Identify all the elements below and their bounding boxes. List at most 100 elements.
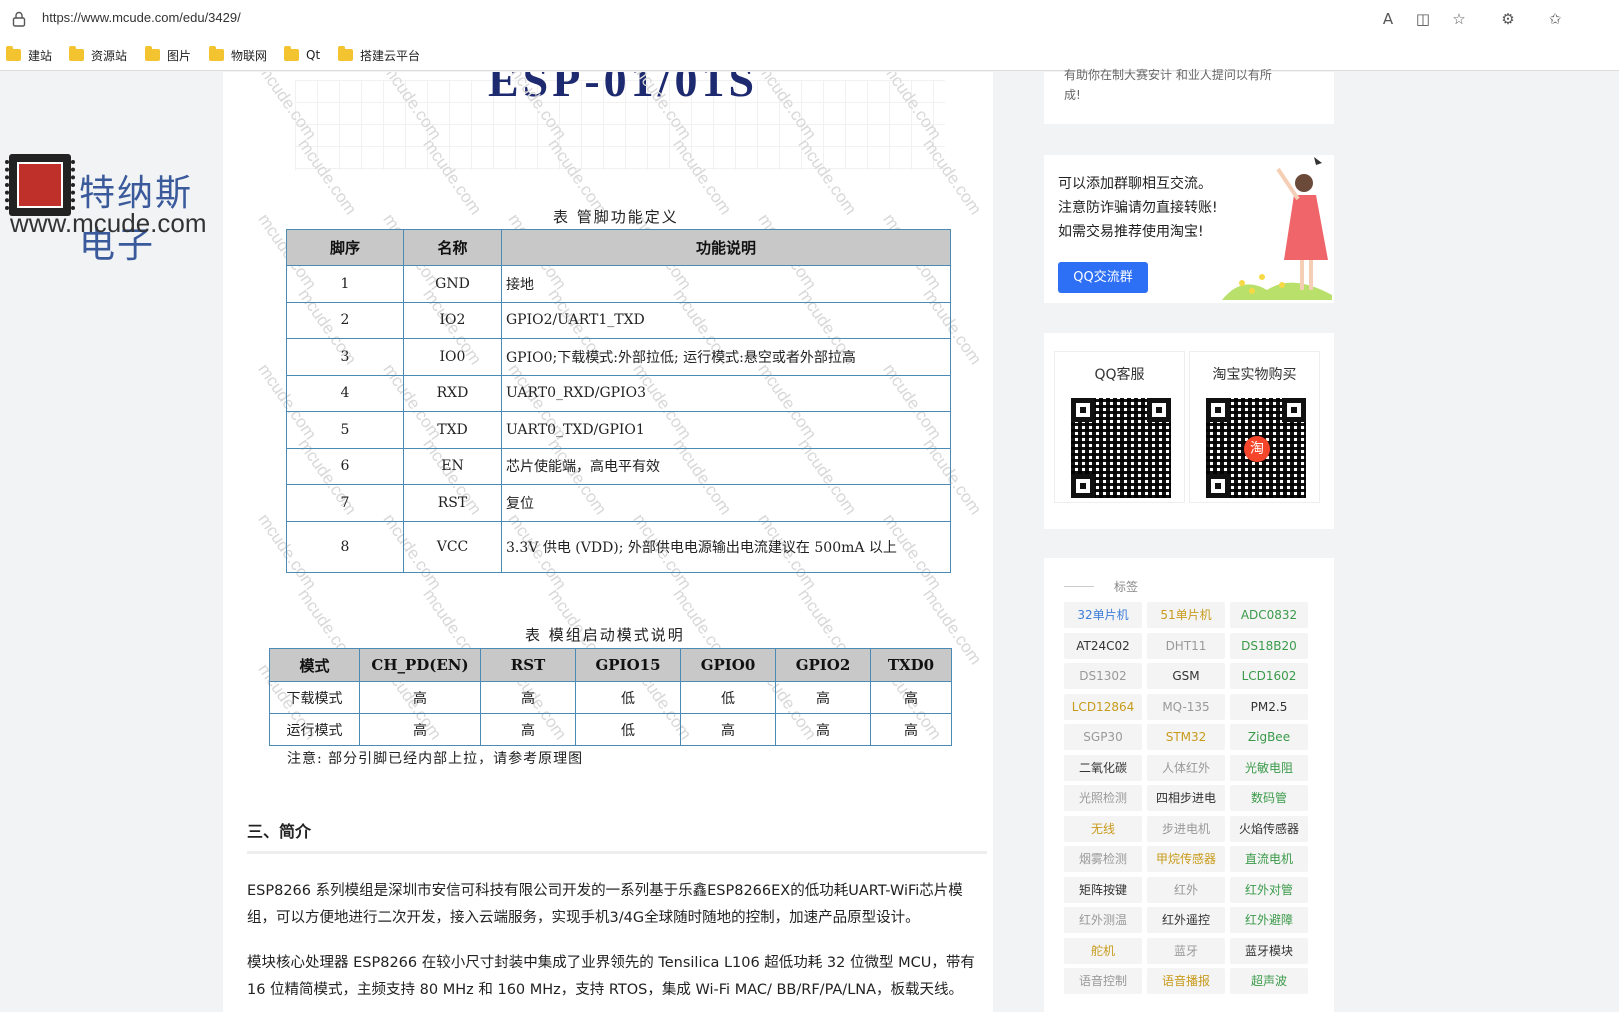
pin-table-cell: 2 — [286, 301, 404, 339]
promo-card: 可以添加群聊相互交流。 注意防诈骗请勿直接转账! 如需交易推荐使用淘宝! QQ交… — [1044, 155, 1334, 303]
tag-link[interactable]: GSM — [1147, 663, 1225, 689]
pin-table-cell: 4 — [286, 374, 404, 412]
tag-link[interactable]: 红外 — [1147, 876, 1225, 903]
qq-group-button[interactable]: QQ交流群 — [1058, 262, 1148, 293]
qr-code-icon — [1071, 398, 1171, 498]
tag-link[interactable]: SGP30 — [1064, 724, 1142, 750]
tag-link[interactable]: 步进电机 — [1147, 815, 1225, 842]
mode-table-cell: 高 — [359, 713, 481, 746]
pin-table: 脚序 名称 功能说明 1 GND 接地 2 IO2 GPIO2/UART1_TXD 3 IO0… — [286, 229, 951, 573]
tag-link[interactable]: DHT11 — [1147, 632, 1225, 659]
taobao-qr[interactable]: 淘宝实物购买 淘 — [1189, 351, 1320, 503]
tag-link[interactable]: 红外遥控 — [1147, 907, 1225, 933]
mode-table-note: 注意: 部分引脚已经内部上拉，请参考原理图 — [287, 751, 584, 767]
tag-link[interactable]: ADC0832 — [1230, 602, 1308, 628]
pin-table-cell: 接地 — [501, 265, 951, 303]
pin-table-cell: GND — [403, 265, 502, 303]
pin-table-cell: GPIO0;下载模式:外部拉低; 运行模式:悬空或者外部拉高 — [501, 338, 951, 376]
tag-link[interactable]: DS18B20 — [1230, 632, 1308, 659]
tag-link[interactable]: 舵机 — [1064, 937, 1142, 964]
lock-icon[interactable] — [12, 11, 26, 27]
tag-link[interactable]: 51单片机 — [1147, 602, 1225, 628]
tag-link[interactable]: 火焰传感器 — [1230, 815, 1308, 842]
split-screen-icon[interactable]: ◫ — [1413, 9, 1433, 29]
mode-table-header: GPIO15 — [575, 648, 681, 682]
add-favorite-icon[interactable]: ☆ — [1449, 9, 1469, 29]
bookmark-folder[interactable]: 搭建云平台 — [338, 45, 420, 65]
pin-table-row: 6 EN 芯片使能端，高电平有效 — [286, 447, 951, 485]
pin-table-cell: 5 — [286, 411, 404, 449]
extensions-icon[interactable]: ⚙ — [1498, 9, 1518, 29]
mode-table-cell: 高 — [680, 713, 776, 746]
bookmark-folder[interactable]: 物联网 — [209, 45, 267, 65]
pin-table-cell: UART0_RXD/GPIO3 — [501, 374, 951, 412]
pin-table-cell: 3.3V 供电 (VDD); 外部供电电源输出电流建议在 500mA 以上 — [501, 520, 951, 573]
tag-link[interactable]: 二氧化碳 — [1064, 754, 1142, 781]
bookmark-folder[interactable]: Qt — [284, 45, 320, 65]
mode-table-cell: 高 — [870, 681, 952, 714]
mode-table-cell: 高 — [480, 713, 576, 746]
pin-table-row: 3 IO0 GPIO0;下载模式:外部拉低; 运行模式:悬空或者外部拉高 — [286, 338, 951, 376]
tag-link[interactable]: 甲烷传感器 — [1147, 846, 1225, 872]
tag-link[interactable]: LCD12864 — [1064, 693, 1142, 720]
tag-link[interactable]: 红外避障 — [1230, 907, 1308, 933]
tags-card: 标签 32单片机 51单片机 ADC0832 AT24C02 DHT11 DS18B20 D… — [1044, 558, 1334, 1012]
mode-table-header: TXD0 — [870, 648, 952, 682]
tag-link[interactable]: MQ-135 — [1147, 693, 1225, 720]
pin-table-row: 4 RXD UART0_RXD/GPIO3 — [286, 374, 951, 412]
bookmark-folder[interactable]: 图片 — [145, 45, 191, 65]
mode-table-cell: 低 — [680, 681, 776, 714]
tag-link[interactable]: 蓝牙模块 — [1230, 937, 1308, 964]
mode-table-header: RST — [480, 648, 576, 682]
mode-table-cell: 运行模式 — [269, 713, 360, 746]
tag-link[interactable]: DS1302 — [1064, 663, 1142, 689]
read-aloud-icon[interactable]: A — [1378, 9, 1398, 29]
pin-table-cell: IO0 — [403, 338, 502, 376]
intro-paragraph-2: 模块核心处理器 ESP8266 在较小尺寸封装中集成了业界领先的 Tensili… — [247, 955, 975, 998]
tag-link[interactable]: 矩阵按键 — [1064, 876, 1142, 903]
pin-table-cell: TXD — [403, 411, 502, 449]
pin-table-cell: RXD — [403, 374, 502, 412]
tag-link[interactable]: STM32 — [1147, 724, 1225, 750]
qr-title: 淘宝实物购买 — [1212, 367, 1297, 383]
folder-icon — [145, 46, 160, 61]
mode-table-cell: 高 — [775, 713, 871, 746]
promo-line: 注意防诈骗请勿直接转账! — [1058, 200, 1218, 216]
tag-link[interactable]: 数码管 — [1230, 785, 1308, 811]
bookmark-folder[interactable]: 资源站 — [69, 45, 127, 65]
tag-link[interactable]: AT24C02 — [1064, 632, 1142, 659]
tag-link[interactable]: 人体红外 — [1147, 754, 1225, 781]
tag-link[interactable]: LCD1602 — [1230, 663, 1308, 689]
tag-link[interactable]: 红外测温 — [1064, 907, 1142, 933]
tag-link[interactable]: 红外对管 — [1230, 876, 1308, 903]
mode-table-row: 下载模式高高低低高高 — [269, 681, 952, 714]
url-field[interactable]: https://www.mcude.com/edu/3429/ — [42, 10, 241, 25]
favorites-icon[interactable]: ✩ — [1545, 9, 1565, 29]
tag-link[interactable]: 语音控制 — [1064, 968, 1142, 994]
bookmarks-bar: 建站 资源站 图片 物联网 Qt 搭建云平台 — [0, 38, 1619, 71]
intro-paragraph-1: ESP8266 系列模组是深圳市安信可科技有限公司开发的一系列基于乐鑫ESP82… — [247, 883, 963, 926]
site-logo[interactable]: 特纳斯电子 www.mcude.com — [5, 150, 230, 266]
tag-link[interactable]: 无线 — [1064, 815, 1142, 842]
mode-table: 模式 CH_PD(EN) RST GPIO15 GPIO0 GPIO2 TXD0 下载模式高… — [269, 648, 952, 746]
tag-link[interactable]: 蓝牙 — [1147, 937, 1225, 964]
qq-service-qr[interactable]: QQ客服 — [1054, 351, 1185, 503]
tag-link[interactable]: 超声波 — [1230, 968, 1308, 994]
mode-table-cell: 高 — [775, 681, 871, 714]
mode-table-row: 运行模式高高低高高高 — [269, 713, 952, 746]
tag-link[interactable]: 四相步进电 — [1147, 785, 1225, 811]
tag-link[interactable]: 直流电机 — [1230, 846, 1308, 872]
tag-link[interactable]: 光敏电阻 — [1230, 754, 1308, 781]
tag-link[interactable]: 32单片机 — [1064, 602, 1142, 628]
pin-table-cell: VCC — [403, 520, 502, 573]
tag-link[interactable]: 光照检测 — [1064, 785, 1142, 811]
bookmark-folder[interactable]: 建站 — [6, 45, 52, 65]
tag-link[interactable]: ZigBee — [1230, 724, 1308, 750]
tag-link[interactable]: 烟雾检测 — [1064, 846, 1142, 872]
tag-link[interactable]: 语音播报 — [1147, 968, 1225, 994]
mode-table-cell: 高 — [870, 713, 952, 746]
folder-icon — [284, 46, 299, 61]
watermark-text: mcude.com — [919, 135, 986, 219]
mode-table-header: GPIO0 — [680, 648, 776, 682]
tag-link[interactable]: PM2.5 — [1230, 693, 1308, 720]
